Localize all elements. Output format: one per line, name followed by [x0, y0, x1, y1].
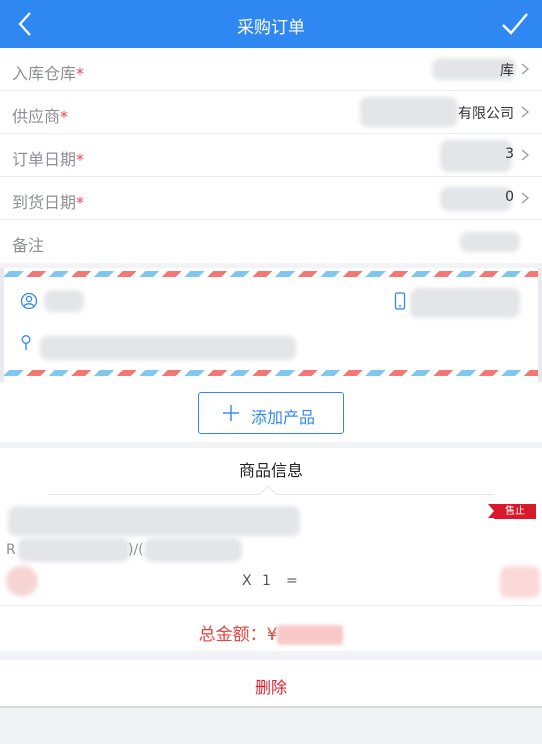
- status-badge: 售止: [488, 504, 536, 519]
- page-title: 采购订单: [237, 18, 305, 38]
- order-date-row[interactable]: 订单日期* 3: [0, 134, 542, 177]
- product-price-blur: [6, 566, 38, 596]
- product-code-prefix: R: [6, 542, 16, 558]
- total-amount-value-blur: [277, 625, 344, 645]
- delete-button[interactable]: 删除: [0, 660, 542, 708]
- qty-value[interactable]: 1: [262, 573, 271, 589]
- supplier-value-blur: [360, 97, 458, 127]
- note-row[interactable]: 备注: [0, 220, 542, 263]
- contact-phone-blur: [410, 288, 520, 318]
- product-code-blur: [18, 538, 130, 562]
- check-icon[interactable]: [494, 4, 534, 44]
- plus-icon: [223, 405, 239, 421]
- order-date-value-blur: [440, 140, 512, 172]
- add-product-section: 添加产品: [0, 382, 542, 442]
- contact-person-icon: [20, 292, 38, 310]
- card-edge-left: [0, 268, 4, 382]
- product-name-blur: [8, 506, 300, 536]
- note-label: 备注: [12, 236, 45, 255]
- envelope-stripe-bottom: [4, 370, 538, 376]
- warehouse-row[interactable]: 入库仓库* 库: [0, 48, 542, 91]
- contact-address-blur: [40, 336, 296, 360]
- order-form: 入库仓库* 库 供应商* 有限公司 订单日期* 3 到货日期* 0 备注: [0, 48, 542, 263]
- purchase-order-page: 采购订单 入库仓库* 库 供应商* 有限公司 订单日期* 3 到货日期* 0 备…: [0, 0, 542, 744]
- arrival-date-value-blur: [440, 187, 512, 211]
- card-edge-right: [538, 268, 542, 382]
- arrival-date-value: 0: [505, 189, 514, 205]
- divider: [0, 605, 542, 606]
- warehouse-value: 库: [500, 63, 514, 79]
- line-total-blur: [500, 566, 540, 598]
- qty-multiply: X: [242, 573, 252, 589]
- arrival-date-row[interactable]: 到货日期* 0: [0, 177, 542, 220]
- supplier-label: 供应商*: [12, 107, 69, 126]
- product-code-separator: )/(: [128, 542, 144, 558]
- chevron-right-icon: [521, 192, 530, 204]
- location-pin-icon: [21, 335, 31, 350]
- section-pointer: [259, 485, 277, 503]
- total-amount-label: 总金额：¥: [198, 625, 278, 645]
- envelope-stripe-top: [4, 271, 538, 277]
- supplier-row[interactable]: 供应商* 有限公司: [0, 91, 542, 134]
- product-info-title: 商品信息: [238, 461, 303, 480]
- top-bar: 采购订单: [0, 0, 542, 48]
- qty-equals: =: [286, 573, 298, 589]
- warehouse-label: 入库仓库*: [12, 64, 85, 83]
- order-date-label: 订单日期*: [12, 150, 85, 169]
- note-value-blur: [460, 232, 520, 252]
- total-amount: 总金额：¥: [0, 620, 542, 645]
- phone-icon: [394, 292, 406, 310]
- supplier-value: 有限公司: [458, 106, 514, 122]
- product-spec-blur: [144, 538, 242, 562]
- bottom-divider: [0, 706, 542, 708]
- contact-address-card[interactable]: [0, 268, 542, 382]
- arrival-date-label: 到货日期*: [12, 193, 85, 212]
- delete-label: 删除: [254, 678, 287, 697]
- order-date-value: 3: [505, 146, 514, 162]
- contact-name-blur: [44, 290, 84, 312]
- chevron-right-icon: [521, 149, 530, 161]
- chevron-right-icon: [521, 106, 530, 118]
- add-product-label: 添加产品: [251, 408, 316, 427]
- chevron-right-icon: [521, 63, 530, 75]
- product-info-section: 商品信息 售止 R )/( X 1 = 总金额：¥: [0, 448, 542, 651]
- add-product-button[interactable]: 添加产品: [198, 392, 344, 434]
